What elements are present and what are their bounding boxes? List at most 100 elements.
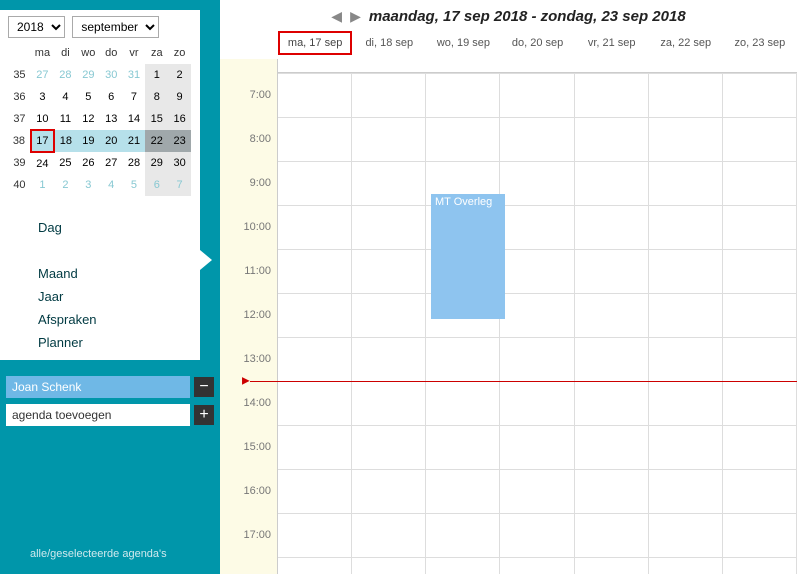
view-week[interactable]: Week <box>38 239 192 262</box>
week-number[interactable]: 36 <box>8 86 31 108</box>
mini-cal-day[interactable]: 19 <box>77 130 100 152</box>
mini-cal-day[interactable]: 4 <box>54 86 77 108</box>
mini-cal-day[interactable]: 26 <box>77 152 100 174</box>
day-column[interactable] <box>723 73 797 574</box>
mini-cal-day[interactable]: 30 <box>168 152 191 174</box>
year-select[interactable]: 20162017201820192020 <box>8 16 65 38</box>
view-afspraken[interactable]: Afspraken <box>38 308 192 331</box>
mini-cal-day[interactable]: 7 <box>123 86 146 108</box>
time-label: 12:00 <box>243 309 271 321</box>
week-number[interactable]: 37 <box>8 108 31 130</box>
time-grid[interactable]: 7:008:009:0010:0011:0012:0013:0014:0015:… <box>220 59 797 574</box>
dow-header: di <box>54 42 77 64</box>
dow-header: vr <box>123 42 146 64</box>
week-header: ◀ ▶ maandag, 17 sep 2018 - zondag, 23 se… <box>220 0 797 31</box>
mini-cal-day[interactable]: 8 <box>145 86 168 108</box>
week-number[interactable]: 35 <box>8 64 31 86</box>
add-agenda-input[interactable]: agenda toevoegen <box>6 404 190 426</box>
sidebar: 20162017201820192020 januarifebruarimaar… <box>0 0 220 574</box>
mini-cal-day[interactable]: 5 <box>123 174 146 196</box>
remove-agenda-button[interactable]: − <box>194 377 214 397</box>
mini-cal-day[interactable]: 3 <box>31 86 54 108</box>
day-tabs: ma, 17 sepdi, 18 sepwo, 19 sepdo, 20 sep… <box>220 31 797 59</box>
time-column: 7:008:009:0010:0011:0012:0013:0014:0015:… <box>220 59 278 574</box>
mini-cal-day[interactable]: 17 <box>31 130 54 152</box>
day-column[interactable] <box>278 73 352 574</box>
dow-header: za <box>145 42 168 64</box>
view-dag[interactable]: Dag <box>38 216 192 239</box>
mini-cal-day[interactable]: 28 <box>123 152 146 174</box>
day-tab[interactable]: vr, 21 sep <box>575 31 649 55</box>
mini-cal-day[interactable]: 29 <box>77 64 100 86</box>
day-column[interactable] <box>575 73 649 574</box>
view-planner[interactable]: Planner <box>38 331 192 354</box>
day-tab[interactable]: ma, 17 sep <box>278 31 352 55</box>
day-column[interactable] <box>649 73 723 574</box>
dow-header: ma <box>31 42 54 64</box>
user-agenda[interactable]: Joan Schenk <box>6 376 190 398</box>
mini-cal-day[interactable]: 30 <box>100 64 123 86</box>
dow-header: do <box>100 42 123 64</box>
mini-cal-day[interactable]: 15 <box>145 108 168 130</box>
mini-cal-day[interactable]: 9 <box>168 86 191 108</box>
day-column[interactable] <box>500 73 574 574</box>
time-label: 10:00 <box>243 221 271 233</box>
mini-cal-day[interactable]: 21 <box>123 130 146 152</box>
mini-cal-day[interactable]: 1 <box>31 174 54 196</box>
time-label: 15:00 <box>243 441 271 453</box>
time-label: 9:00 <box>250 177 271 189</box>
mini-cal-day[interactable]: 7 <box>168 174 191 196</box>
mini-cal-day[interactable]: 20 <box>100 130 123 152</box>
prev-week-button[interactable]: ◀ <box>331 8 342 25</box>
dow-header: zo <box>168 42 191 64</box>
mini-cal-day[interactable]: 2 <box>54 174 77 196</box>
mini-cal-day[interactable]: 29 <box>145 152 168 174</box>
mini-cal-day[interactable]: 11 <box>54 108 77 130</box>
mini-cal-table: madiwodovrzazo 3527282930311236345678937… <box>8 42 192 196</box>
mini-cal-day[interactable]: 10 <box>31 108 54 130</box>
next-week-button[interactable]: ▶ <box>350 8 361 25</box>
day-column[interactable] <box>426 73 500 574</box>
add-agenda-button[interactable]: + <box>194 405 214 425</box>
mini-cal-day[interactable]: 2 <box>168 64 191 86</box>
mini-cal-day[interactable]: 24 <box>31 152 54 174</box>
time-label: 16:00 <box>243 485 271 497</box>
mini-cal-day[interactable]: 16 <box>168 108 191 130</box>
toggle-all-agendas[interactable]: alle/geselecteerde agenda's <box>0 548 220 574</box>
view-jaar[interactable]: Jaar <box>38 285 192 308</box>
day-tab[interactable]: do, 20 sep <box>500 31 574 55</box>
mini-cal-day[interactable]: 23 <box>168 130 191 152</box>
day-tab[interactable]: wo, 19 sep <box>426 31 500 55</box>
week-number[interactable]: 38 <box>8 130 31 152</box>
mini-cal-day[interactable]: 22 <box>145 130 168 152</box>
day-tab[interactable]: zo, 23 sep <box>723 31 797 55</box>
mini-cal-day[interactable]: 31 <box>123 64 146 86</box>
calendar-event[interactable]: MT Overleg <box>431 194 505 319</box>
mini-cal-day[interactable]: 13 <box>100 108 123 130</box>
mini-cal-day[interactable]: 6 <box>145 174 168 196</box>
mini-cal-day[interactable]: 14 <box>123 108 146 130</box>
week-number[interactable]: 39 <box>8 152 31 174</box>
time-label: 7:00 <box>250 89 271 101</box>
time-label: 13:00 <box>243 353 271 365</box>
mini-cal-day[interactable]: 18 <box>54 130 77 152</box>
day-tab[interactable]: di, 18 sep <box>352 31 426 55</box>
day-column[interactable] <box>352 73 426 574</box>
mini-cal-day[interactable]: 27 <box>31 64 54 86</box>
mini-cal-day[interactable]: 27 <box>100 152 123 174</box>
mini-cal-day[interactable]: 5 <box>77 86 100 108</box>
mini-cal-day[interactable]: 1 <box>145 64 168 86</box>
mini-cal-day[interactable]: 3 <box>77 174 100 196</box>
mini-cal-day[interactable]: 12 <box>77 108 100 130</box>
time-label: 17:00 <box>243 529 271 541</box>
view-switcher: DagWeekMaandJaarAfsprakenPlanner <box>38 216 192 354</box>
view-maand[interactable]: Maand <box>38 262 192 285</box>
week-number[interactable]: 40 <box>8 174 31 196</box>
mini-cal-day[interactable]: 28 <box>54 64 77 86</box>
mini-cal-day[interactable]: 4 <box>100 174 123 196</box>
mini-cal-day[interactable]: 6 <box>100 86 123 108</box>
current-time-marker-icon: ▶ <box>242 376 250 387</box>
month-select[interactable]: januarifebruarimaartaprilmeijunijuliaugu… <box>72 16 159 38</box>
mini-cal-day[interactable]: 25 <box>54 152 77 174</box>
day-tab[interactable]: za, 22 sep <box>649 31 723 55</box>
